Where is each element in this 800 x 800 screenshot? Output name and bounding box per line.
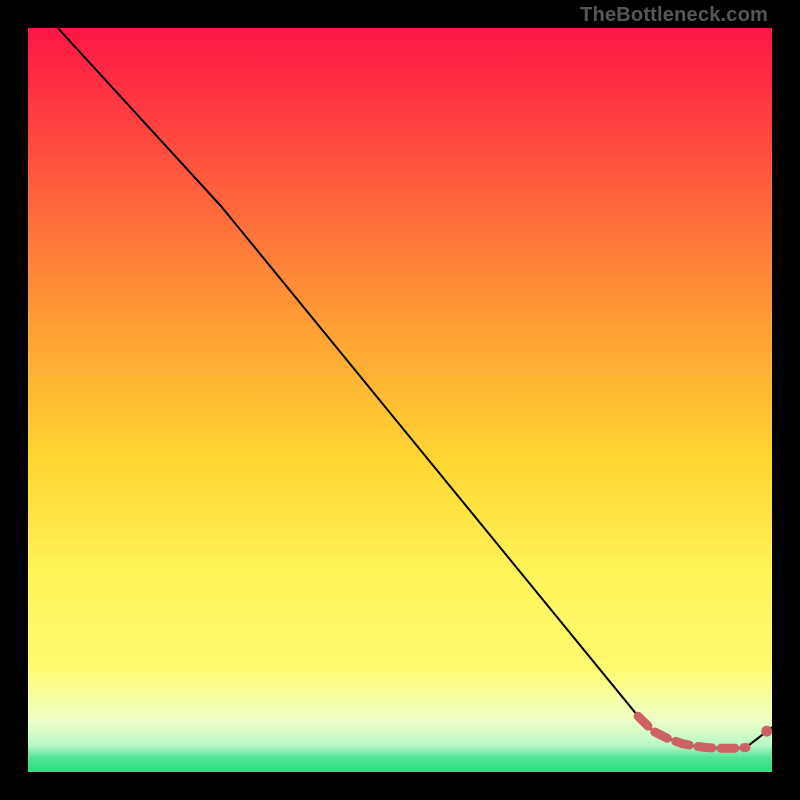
watermark-label: TheBottleneck.com <box>580 4 768 27</box>
plot-frame <box>28 28 772 772</box>
end-dot <box>761 726 772 737</box>
gradient-background <box>28 28 772 772</box>
chart-canvas <box>28 28 772 772</box>
